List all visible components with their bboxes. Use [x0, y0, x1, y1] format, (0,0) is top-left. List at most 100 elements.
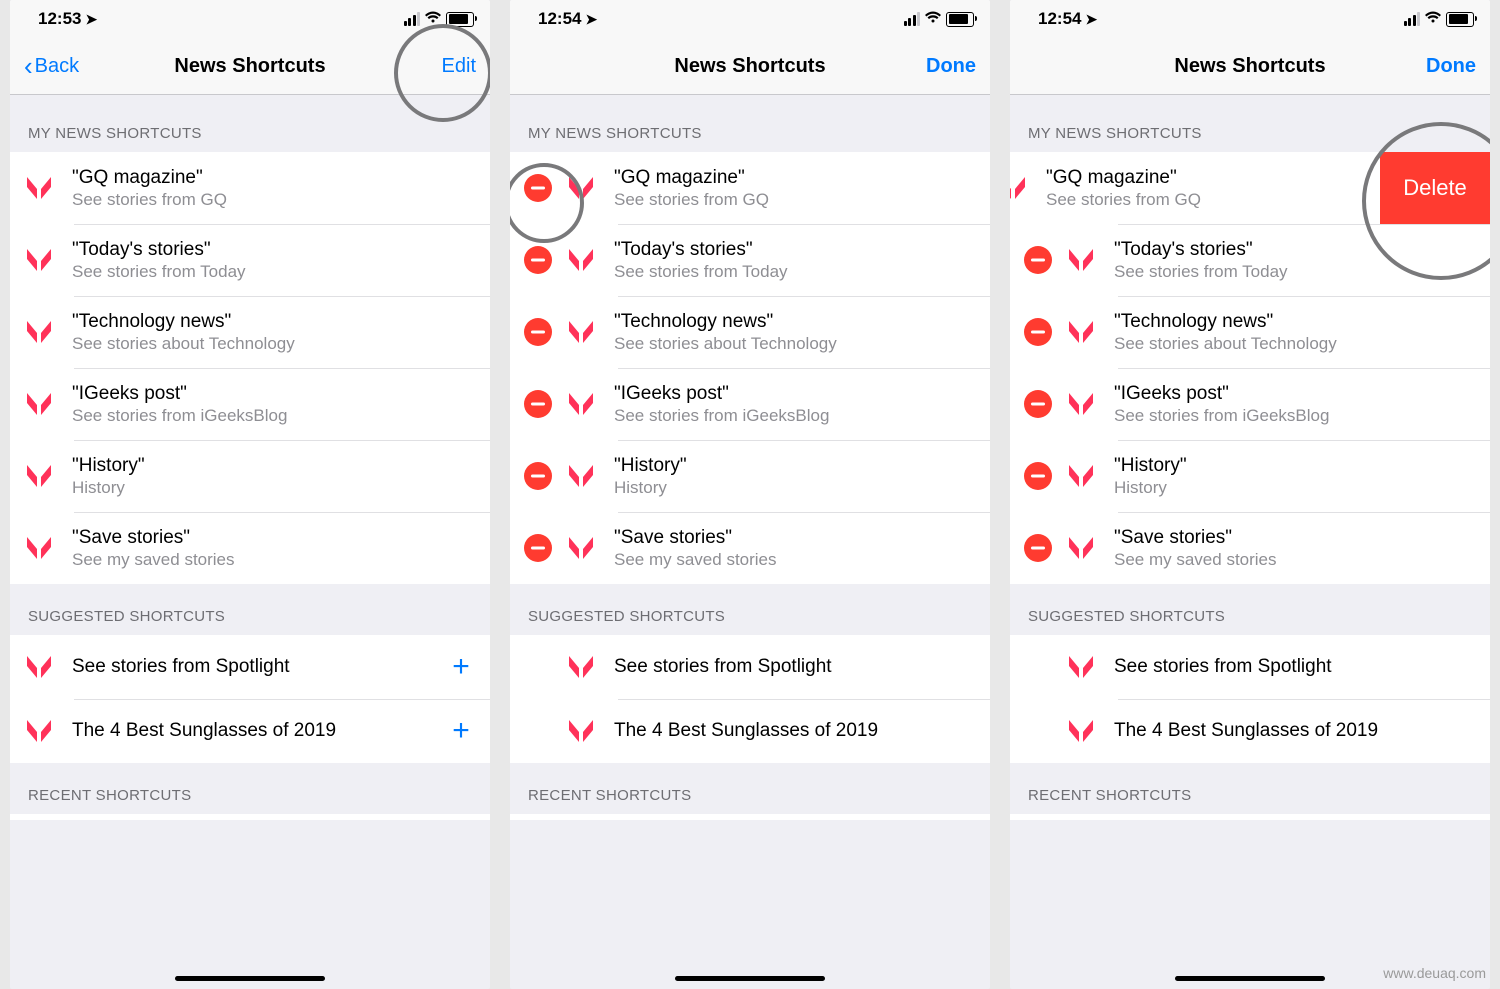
- list-item[interactable]: See stories from Spotlight: [1010, 635, 1490, 699]
- row-subtitle: See stories from Today: [1114, 261, 1476, 282]
- news-icon: [24, 389, 54, 419]
- news-icon: [24, 461, 54, 491]
- cellular-icon: [1404, 12, 1421, 26]
- news-icon: [566, 317, 596, 347]
- screen-2: 12:54 ➤ News Shortcuts Done MY NEWS SHOR…: [510, 0, 990, 989]
- row-subtitle: See my saved stories: [614, 549, 976, 570]
- remove-button[interactable]: [524, 246, 552, 274]
- remove-button[interactable]: [524, 462, 552, 490]
- row-title: "History": [72, 454, 476, 478]
- recent-list: [510, 814, 990, 820]
- news-icon: [566, 245, 596, 275]
- news-icon: [1066, 461, 1096, 491]
- row-subtitle: See stories from Today: [614, 261, 976, 282]
- add-button[interactable]: +: [446, 714, 476, 748]
- row-title: "Technology news": [1114, 310, 1476, 334]
- list-item[interactable]: "Today's stories"See stories from Today: [1010, 224, 1490, 296]
- list-item[interactable]: "IGeeks post"See stories from iGeeksBlog: [10, 368, 490, 440]
- row-subtitle: See stories about Technology: [614, 333, 976, 354]
- news-icon: [1066, 317, 1096, 347]
- row-subtitle: See stories from GQ: [72, 189, 476, 210]
- suggested-list: See stories from Spotlight The 4 Best Su…: [510, 635, 990, 763]
- battery-icon: [446, 12, 474, 27]
- list-item[interactable]: "GQ magazine"See stories from GQ: [10, 152, 490, 224]
- list-item[interactable]: See stories from Spotlight +: [10, 635, 490, 699]
- row-title: The 4 Best Sunglasses of 2019: [1114, 719, 1476, 743]
- row-subtitle: See stories from iGeeksBlog: [614, 405, 976, 426]
- list-item[interactable]: The 4 Best Sunglasses of 2019: [510, 699, 990, 763]
- list-item[interactable]: "Save stories"See my saved stories: [510, 512, 990, 584]
- news-icon: [566, 389, 596, 419]
- news-icon: [1066, 389, 1096, 419]
- remove-button[interactable]: [524, 534, 552, 562]
- list-item[interactable]: "Save stories"See my saved stories: [10, 512, 490, 584]
- list-item[interactable]: "History"History: [1010, 440, 1490, 512]
- wifi-icon: [424, 10, 442, 29]
- list-item[interactable]: "Save stories"See my saved stories: [1010, 512, 1490, 584]
- list-item[interactable]: "IGeeks post"See stories from iGeeksBlog: [1010, 368, 1490, 440]
- list-item[interactable]: See stories from Spotlight: [510, 635, 990, 699]
- remove-button[interactable]: [1024, 318, 1052, 346]
- list-item[interactable]: "History"History: [10, 440, 490, 512]
- location-icon: ➤: [85, 11, 97, 28]
- row-title: "Today's stories": [72, 238, 476, 262]
- news-icon: [24, 173, 54, 203]
- list-item[interactable]: "History"History: [510, 440, 990, 512]
- my-shortcuts-list: "GQ magazine"See stories from GQ "Today'…: [10, 152, 490, 584]
- row-subtitle: See stories from iGeeksBlog: [72, 405, 476, 426]
- remove-button[interactable]: [524, 390, 552, 418]
- section-header-my: MY NEWS SHORTCUTS: [510, 95, 990, 152]
- battery-icon: [1446, 12, 1474, 27]
- row-subtitle: See stories about Technology: [72, 333, 476, 354]
- remove-button[interactable]: [524, 318, 552, 346]
- list-item[interactable]: "GQ magazine"See stories from GQ: [510, 152, 990, 224]
- list-item[interactable]: "Technology news"See stories about Techn…: [10, 296, 490, 368]
- section-header-my: MY NEWS SHORTCUTS: [1010, 95, 1490, 152]
- nav-bar: News Shortcuts Done: [510, 38, 990, 95]
- remove-button[interactable]: [1024, 246, 1052, 274]
- back-button[interactable]: ‹ Back: [24, 51, 104, 82]
- row-title: See stories from Spotlight: [1114, 655, 1476, 679]
- home-indicator[interactable]: [175, 976, 325, 981]
- recent-list: [10, 814, 490, 820]
- suggested-list: See stories from Spotlight + The 4 Best …: [10, 635, 490, 763]
- list-item[interactable]: "IGeeks post"See stories from iGeeksBlog: [510, 368, 990, 440]
- delete-button[interactable]: Delete: [1380, 152, 1490, 224]
- row-title: "Save stories": [1114, 526, 1476, 550]
- edit-button[interactable]: Edit: [416, 55, 476, 78]
- home-indicator[interactable]: [1175, 976, 1325, 981]
- remove-button[interactable]: [1024, 534, 1052, 562]
- status-bar: 12:54 ➤: [1010, 0, 1490, 38]
- row-title: The 4 Best Sunglasses of 2019: [72, 719, 446, 743]
- list-item-swiped[interactable]: "GQ magazine"See stories from GQ Delete: [1010, 152, 1490, 224]
- list-item[interactable]: "Technology news"See stories about Techn…: [1010, 296, 1490, 368]
- list-item[interactable]: "Technology news"See stories about Techn…: [510, 296, 990, 368]
- home-indicator[interactable]: [675, 976, 825, 981]
- list-item[interactable]: "Today's stories"See stories from Today: [510, 224, 990, 296]
- nav-bar: ‹ Back News Shortcuts Edit: [10, 38, 490, 95]
- status-time: 12:53: [38, 9, 81, 29]
- list-item[interactable]: "Today's stories"See stories from Today: [10, 224, 490, 296]
- row-subtitle: History: [1114, 477, 1476, 498]
- screen-1: 12:53 ➤ ‹ Back News Shortcuts Edit MY NE…: [10, 0, 490, 989]
- news-icon: [1066, 716, 1096, 746]
- news-icon: [24, 652, 54, 682]
- list-item[interactable]: The 4 Best Sunglasses of 2019 +: [10, 699, 490, 763]
- status-bar: 12:53 ➤: [10, 0, 490, 38]
- news-icon: [1010, 173, 1028, 203]
- row-subtitle: See stories from iGeeksBlog: [1114, 405, 1476, 426]
- row-title: "Technology news": [614, 310, 976, 334]
- remove-button[interactable]: [524, 174, 552, 202]
- suggested-list: See stories from Spotlight The 4 Best Su…: [1010, 635, 1490, 763]
- news-icon: [566, 173, 596, 203]
- screen-3: 12:54 ➤ News Shortcuts Done MY NEWS SHOR…: [1010, 0, 1490, 989]
- remove-button[interactable]: [1024, 462, 1052, 490]
- list-item[interactable]: The 4 Best Sunglasses of 2019: [1010, 699, 1490, 763]
- done-button[interactable]: Done: [1416, 55, 1476, 78]
- remove-button[interactable]: [1024, 390, 1052, 418]
- watermark: www.deuaq.com: [1383, 965, 1486, 981]
- add-button[interactable]: +: [446, 650, 476, 684]
- news-icon: [24, 533, 54, 563]
- done-button[interactable]: Done: [916, 55, 976, 78]
- location-icon: ➤: [585, 11, 597, 28]
